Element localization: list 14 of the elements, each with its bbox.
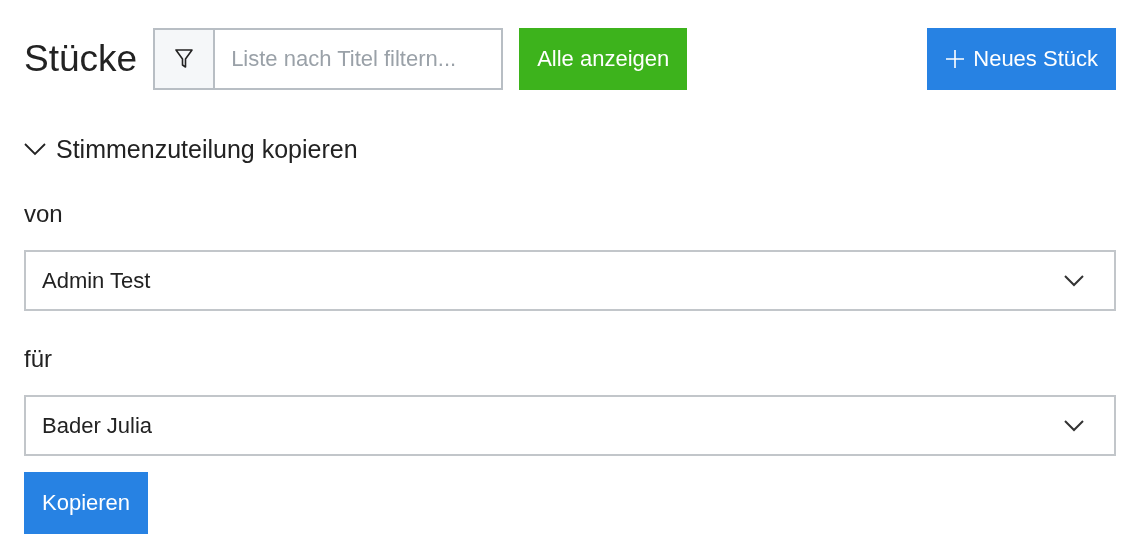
copy-button[interactable]: Kopieren — [24, 472, 149, 534]
field-label: von — [24, 200, 63, 228]
select-field[interactable]: Admin Test — [24, 250, 1116, 311]
chevron-icon — [24, 142, 46, 156]
select-field[interactable]: Bader Julia — [24, 395, 1116, 456]
filter-field[interactable]: Liste nach Titel filtern... — [215, 28, 504, 90]
section-toggle[interactable]: Stimmenzuteilung kopieren — [24, 132, 358, 166]
chevron-down-icon — [1064, 419, 1084, 432]
field-label: für — [24, 345, 52, 373]
new-piece-button[interactable]: Neues Stück — [927, 28, 1116, 90]
filter-icon — [174, 48, 195, 70]
page-title: Stücke — [24, 38, 138, 80]
plus-icon — [945, 49, 966, 69]
chevron-down-icon — [1064, 274, 1084, 287]
